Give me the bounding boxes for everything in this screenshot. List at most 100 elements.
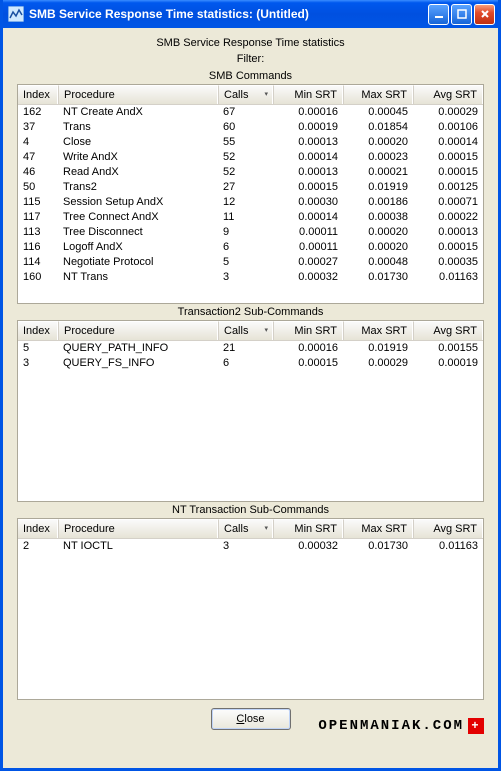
cell-procedure: Trans — [58, 120, 218, 135]
col-procedure[interactable]: Procedure — [58, 321, 218, 340]
maximize-button[interactable] — [451, 4, 472, 25]
cell-avg-srt: 0.00029 — [413, 105, 483, 120]
table-row[interactable]: 37Trans600.000190.018540.00106 — [18, 120, 483, 135]
trans2-body[interactable]: 5QUERY_PATH_INFO210.000160.019190.001553… — [18, 341, 483, 501]
cell-procedure: Session Setup AndX — [58, 195, 218, 210]
table-row[interactable]: 5QUERY_PATH_INFO210.000160.019190.00155 — [18, 341, 483, 356]
col-max-srt[interactable]: Max SRT — [343, 85, 413, 104]
col-min-srt[interactable]: Min SRT — [273, 321, 343, 340]
cell-max-srt: 0.00038 — [343, 210, 413, 225]
col-calls[interactable]: Calls▾ — [218, 519, 273, 538]
col-avg-srt[interactable]: Avg SRT — [413, 321, 483, 340]
cell-index: 47 — [18, 150, 58, 165]
col-calls[interactable]: Calls▾ — [218, 85, 273, 104]
col-calls[interactable]: Calls▾ — [218, 321, 273, 340]
cell-min-srt: 0.00016 — [273, 105, 343, 120]
cell-avg-srt: 0.00015 — [413, 240, 483, 255]
cell-min-srt: 0.00015 — [273, 180, 343, 195]
col-avg-srt[interactable]: Avg SRT — [413, 519, 483, 538]
cell-procedure: Read AndX — [58, 165, 218, 180]
section-label-trans2: Transaction2 Sub-Commands — [17, 306, 484, 318]
cell-max-srt: 0.00020 — [343, 135, 413, 150]
window-title: SMB Service Response Time statistics: (U… — [29, 7, 428, 21]
cell-min-srt: 0.00019 — [273, 120, 343, 135]
content: SMB Service Response Time statistics Fil… — [3, 28, 498, 768]
table-header: Index Procedure Calls▾ Min SRT Max SRT A… — [18, 85, 483, 105]
sort-indicator-icon: ▾ — [264, 90, 268, 98]
table-row[interactable]: 115Session Setup AndX120.000300.001860.0… — [18, 195, 483, 210]
cell-avg-srt: 0.01163 — [413, 539, 483, 554]
cell-avg-srt: 0.00035 — [413, 255, 483, 270]
col-index[interactable]: Index — [18, 519, 58, 538]
close-window-button[interactable] — [474, 4, 495, 25]
cell-min-srt: 0.00013 — [273, 135, 343, 150]
table-row[interactable]: 46Read AndX520.000130.000210.00015 — [18, 165, 483, 180]
cell-calls: 12 — [218, 195, 273, 210]
cell-index: 162 — [18, 105, 58, 120]
cell-max-srt: 0.00020 — [343, 240, 413, 255]
table-row[interactable]: 162NT Create AndX670.000160.000450.00029 — [18, 105, 483, 120]
window-buttons — [428, 4, 495, 25]
section-label-smb: SMB Commands — [17, 70, 484, 82]
cell-avg-srt: 0.00155 — [413, 341, 483, 356]
cell-index: 114 — [18, 255, 58, 270]
cell-procedure: QUERY_PATH_INFO — [58, 341, 218, 356]
cell-index: 4 — [18, 135, 58, 150]
cell-avg-srt: 0.00071 — [413, 195, 483, 210]
col-index[interactable]: Index — [18, 85, 58, 104]
cell-procedure: NT Create AndX — [58, 105, 218, 120]
table-row[interactable]: 117Tree Connect AndX110.000140.000380.00… — [18, 210, 483, 225]
caption-line1: SMB Service Response Time statistics — [17, 36, 484, 50]
cell-min-srt: 0.00032 — [273, 539, 343, 554]
cell-procedure: Trans2 — [58, 180, 218, 195]
smb-body[interactable]: 162NT Create AndX670.000160.000450.00029… — [18, 105, 483, 303]
table-row[interactable]: 160NT Trans30.000320.017300.01163 — [18, 270, 483, 285]
cell-max-srt: 0.00023 — [343, 150, 413, 165]
col-min-srt[interactable]: Min SRT — [273, 519, 343, 538]
cell-min-srt: 0.00014 — [273, 150, 343, 165]
table-row[interactable]: 2NT IOCTL30.000320.017300.01163 — [18, 539, 483, 554]
table-row[interactable]: 4Close550.000130.000200.00014 — [18, 135, 483, 150]
table-row[interactable]: 50Trans2270.000150.019190.00125 — [18, 180, 483, 195]
table-row[interactable]: 47Write AndX520.000140.000230.00015 — [18, 150, 483, 165]
cell-min-srt: 0.00027 — [273, 255, 343, 270]
table-row[interactable]: 113Tree Disconnect90.000110.000200.00013 — [18, 225, 483, 240]
table-row[interactable]: 114Negotiate Protocol50.000270.000480.00… — [18, 255, 483, 270]
cell-procedure: Tree Connect AndX — [58, 210, 218, 225]
col-max-srt[interactable]: Max SRT — [343, 321, 413, 340]
table-row[interactable]: 116Logoff AndX60.000110.000200.00015 — [18, 240, 483, 255]
table-header: Index Procedure Calls▾ Min SRT Max SRT A… — [18, 519, 483, 539]
swiss-flag-icon: + — [468, 718, 484, 734]
cell-avg-srt: 0.00106 — [413, 120, 483, 135]
table-row[interactable]: 3QUERY_FS_INFO60.000150.000290.00019 — [18, 356, 483, 371]
col-index[interactable]: Index — [18, 321, 58, 340]
cell-min-srt: 0.00011 — [273, 225, 343, 240]
cell-max-srt: 0.01730 — [343, 270, 413, 285]
nttrans-body[interactable]: 2NT IOCTL30.000320.017300.01163 — [18, 539, 483, 699]
cell-index: 160 — [18, 270, 58, 285]
cell-avg-srt: 0.00019 — [413, 356, 483, 371]
nttrans-table: Index Procedure Calls▾ Min SRT Max SRT A… — [17, 518, 484, 700]
close-button[interactable]: Close — [211, 708, 291, 730]
cell-max-srt: 0.01730 — [343, 539, 413, 554]
cell-max-srt: 0.01919 — [343, 341, 413, 356]
col-avg-srt[interactable]: Avg SRT — [413, 85, 483, 104]
cell-calls: 21 — [218, 341, 273, 356]
col-max-srt[interactable]: Max SRT — [343, 519, 413, 538]
col-procedure[interactable]: Procedure — [58, 519, 218, 538]
titlebar[interactable]: SMB Service Response Time statistics: (U… — [3, 0, 498, 28]
cell-max-srt: 0.00048 — [343, 255, 413, 270]
cell-index: 37 — [18, 120, 58, 135]
watermark: OPENMANIAK.COM + — [318, 718, 484, 734]
minimize-button[interactable] — [428, 4, 449, 25]
cell-procedure: Tree Disconnect — [58, 225, 218, 240]
cell-procedure: QUERY_FS_INFO — [58, 356, 218, 371]
cell-avg-srt: 0.00015 — [413, 165, 483, 180]
col-min-srt[interactable]: Min SRT — [273, 85, 343, 104]
col-procedure[interactable]: Procedure — [58, 85, 218, 104]
cell-procedure: Logoff AndX — [58, 240, 218, 255]
cell-procedure: NT IOCTL — [58, 539, 218, 554]
cell-max-srt: 0.01854 — [343, 120, 413, 135]
cell-calls: 5 — [218, 255, 273, 270]
cell-min-srt: 0.00013 — [273, 165, 343, 180]
